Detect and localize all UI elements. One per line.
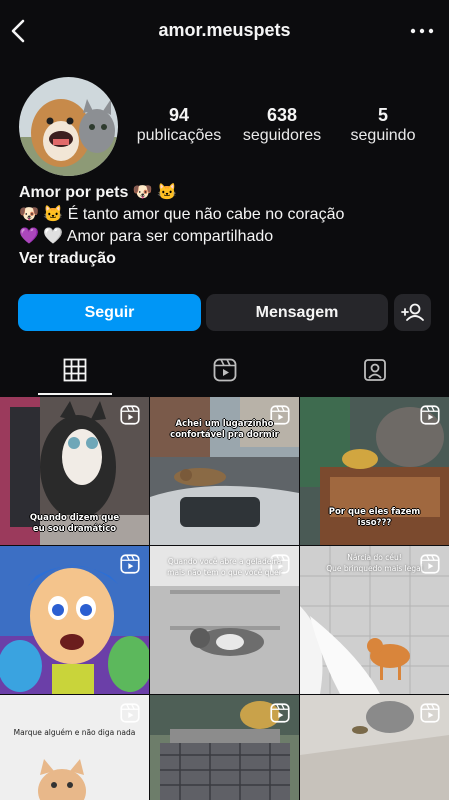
reels-icon [120,554,140,574]
reels-icon [420,703,440,723]
tab-tagged[interactable] [300,345,449,395]
top-bar: amor.meuspets [0,0,449,62]
post-thumbnail[interactable]: Marque alguém e não diga nada [0,695,149,800]
tagged-user-icon [364,359,386,381]
stat-followers-label: seguidores [242,127,322,144]
post-thumbnail[interactable] [0,546,149,694]
grid-icon [63,358,87,382]
more-options-button[interactable] [409,24,435,38]
post-thumbnail[interactable]: Achei um lugarzinho confortável pra dorm… [150,397,299,545]
post-thumbnail[interactable]: Nárcia do céu! Que brinquedo mais legal [300,546,449,694]
stat-posts-value: 94 [168,105,190,125]
add-user-icon [401,303,424,321]
post-caption: Por que eles fazem isso??? [328,507,421,528]
more-horizontal-icon [410,28,434,34]
message-button[interactable]: Mensagem [206,294,388,331]
post-thumbnail[interactable]: Por que eles fazem isso??? [300,397,449,545]
stat-following-value: 5 [377,105,388,125]
stat-posts[interactable]: 94 publicações [124,104,234,146]
post-thumbnail[interactable] [150,695,299,800]
bio-line-2: 💜 🤍 Amor para ser compartilhado [19,228,274,245]
stat-posts-label: publicações [136,127,222,144]
follow-button[interactable]: Seguir [18,294,201,331]
tab-grid[interactable] [0,345,149,395]
reels-icon [420,405,440,425]
post-thumbnail[interactable]: Quando você abre a geladeira mais não te… [150,546,299,694]
reels-icon [213,358,237,382]
post-caption: Achei um lugarzinho confortável pra dorm… [170,419,279,440]
bio-line-1: 🐶 🐱 É tanto amor que não cabe no coração [19,206,345,223]
post-caption: Nárcia do céu! Que brinquedo mais legal [326,553,423,573]
post-caption: Quando dizem que eu sou dramático [29,513,120,534]
post-thumbnail[interactable] [300,695,449,800]
reels-icon [120,703,140,723]
post-caption: Marque alguém e não diga nada [13,728,136,737]
profile-tabs [0,345,449,395]
profile-stats: 94 publicações 638 seguidores 5 seguindo [128,104,438,154]
reels-icon [120,405,140,425]
stat-followers-value: 638 [266,105,298,125]
profile-display-name: Amor por pets 🐶 🐱 [19,184,178,201]
stat-following[interactable]: 5 seguindo [328,104,438,146]
profile-avatar[interactable] [19,77,118,176]
profile-bio: Amor por pets 🐶 🐱 🐶 🐱 É tanto amor que n… [19,182,439,270]
tab-reels[interactable] [150,345,299,395]
suggested-users-button[interactable] [394,294,431,331]
see-translation-link[interactable]: Ver tradução [19,248,439,270]
reels-icon [270,703,290,723]
active-tab-indicator [38,393,112,395]
post-thumbnail[interactable]: Quando dizem que eu sou dramático [0,397,149,545]
stat-followers[interactable]: 638 seguidores [227,104,337,146]
post-caption: Quando você abre a geladeira mais não te… [167,557,282,577]
posts-grid: Quando dizem que eu sou dramático Achei … [0,397,449,800]
profile-username: amor.meuspets [158,20,291,40]
stat-following-label: seguindo [350,127,416,144]
